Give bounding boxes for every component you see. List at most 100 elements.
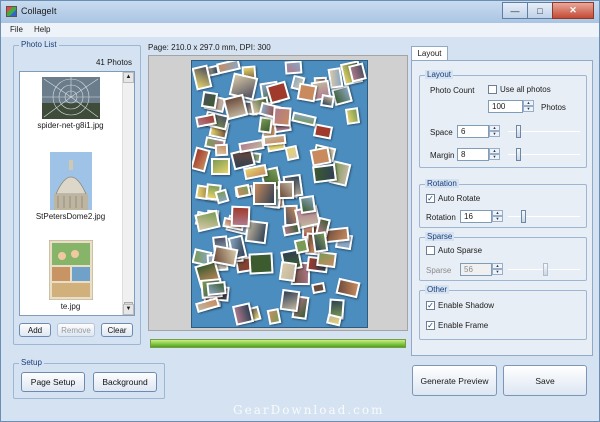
spin-down-icon[interactable]: ▼ [523,106,534,112]
auto-rotate-checkbox-box[interactable]: ✓ [426,194,435,203]
collage-photo [296,82,318,103]
list-item-name: te.jpg [60,302,81,311]
collage-photo [291,111,317,127]
enable-frame-checkbox[interactable]: ✓ Enable Frame [426,321,488,330]
photo-list-box[interactable]: spider-net-g8i1.jpg StPetersDome2.jpg te… [19,71,135,316]
collage-photo [253,182,276,205]
menu-help[interactable]: Help [34,25,50,34]
rotation-slider-thumb[interactable] [521,210,526,223]
margin-stepper[interactable]: 8 ▲ ▼ [457,148,500,161]
photo-count-label: Photo Count [430,86,475,95]
spin-down-icon[interactable]: ▼ [489,154,500,160]
margin-slider[interactable] [508,148,580,161]
collage-photo [234,183,252,199]
close-button[interactable]: ✕ [552,2,594,19]
rotation-legend: Rotation [425,179,459,188]
photo-count-stepper[interactable]: 100 ▲ ▼ [488,100,534,113]
sparse-value: 56 [464,265,473,274]
auto-rotate-checkbox[interactable]: ✓ Auto Rotate [426,194,480,203]
collage-photo [192,146,211,173]
list-item[interactable]: spider-net-g8i1.jpg [20,77,121,130]
rotation-stepper[interactable]: 16 ▲ ▼ [460,210,503,223]
margin-label: Margin [430,151,455,160]
list-item[interactable]: te.jpg [20,240,121,311]
use-all-photos-checkbox[interactable]: Use all photos [488,85,551,94]
rotation-group: Rotation ✓ Auto Rotate Rotation 16 ▲ ▼ [419,179,587,228]
photo-count-value: 100 [492,102,506,111]
page-setup-button[interactable]: Page Setup [21,372,85,392]
enable-frame-label: Enable Frame [438,321,489,330]
enable-shadow-checkbox[interactable]: ✓ Enable Shadow [426,301,494,310]
scroll-up-icon[interactable]: ▲ [123,72,134,83]
collage-photo [282,222,301,237]
main-client-area: Photo List 41 Photos spider-net-g8i1.jpg [5,37,595,419]
margin-slider-thumb[interactable] [516,148,521,161]
scroll-down-icon[interactable]: ▼ [123,304,134,315]
collage-photo [214,188,230,205]
rotation-value: 16 [464,212,473,221]
sparse-slider[interactable] [508,263,580,276]
sparse-stepper[interactable]: 56 ▲ ▼ [460,263,503,276]
collage-photo [298,195,317,214]
layout-legend: Layout [425,70,454,79]
collage-photo [293,237,310,255]
margin-value: 8 [461,150,466,159]
menu-file[interactable]: File [10,25,23,34]
rotation-slider[interactable] [508,210,580,223]
collage-preview-area[interactable] [148,55,408,331]
layout-tab-panel: Layout Photo Count Use all photos 100 ▲ ▼… [411,60,593,356]
auto-sparse-checkbox[interactable]: Auto Sparse [426,246,482,255]
collage-photo [312,123,334,140]
collage-photo [248,252,274,275]
enable-shadow-checkbox-box[interactable]: ✓ [426,301,435,310]
collage-photo [194,209,221,233]
sparse-legend: Sparse [425,232,455,241]
collage-photo [312,163,337,184]
remove-photo-button[interactable]: Remove [57,323,95,337]
collage-photo [311,281,326,295]
space-label: Space [430,128,453,137]
space-slider-thumb[interactable] [516,125,521,138]
collage-photo [231,302,255,326]
collage-photo [311,231,329,253]
use-all-checkbox-box[interactable] [488,85,497,94]
space-slider[interactable] [508,125,580,138]
list-item-name: StPetersDome2.jpg [35,212,106,221]
collage-photo [230,205,251,228]
spider-net-thumbnail-icon [41,77,100,119]
progress-bar [150,339,406,348]
collage-photo [326,313,342,327]
collage-photo [214,143,229,157]
spin-down-icon[interactable]: ▼ [492,269,503,275]
add-photo-button[interactable]: Add [19,323,51,337]
title-bar[interactable]: CollageIt — □ ✕ [1,1,599,23]
list-item[interactable]: StPetersDome2.jpg [20,152,121,221]
setup-group: Setup Page Setup Background [13,358,165,399]
minimize-button[interactable]: — [502,2,528,19]
layout-group: Layout Photo Count Use all photos 100 ▲ ▼… [419,70,587,168]
sparse-slider-thumb[interactable] [543,263,548,276]
enable-frame-checkbox-box[interactable]: ✓ [426,321,435,330]
spin-down-icon[interactable]: ▼ [492,216,503,222]
clear-photos-button[interactable]: Clear [101,323,133,337]
maximize-button[interactable]: □ [527,2,553,19]
use-all-label: Use all photos [500,85,551,94]
photo-list-group: Photo List 41 Photos spider-net-g8i1.jpg [13,40,141,345]
collage-photo [195,297,220,313]
background-button[interactable]: Background [93,372,157,392]
space-stepper[interactable]: 6 ▲ ▼ [457,125,500,138]
space-value: 6 [461,127,466,136]
save-button[interactable]: Save [503,365,587,396]
collage-paper[interactable] [191,60,368,328]
photo-count: 41 Photos [95,58,132,67]
collage-photo [284,144,300,162]
setup-legend: Setup [19,358,44,367]
tab-layout[interactable]: Layout [411,46,448,61]
spin-down-icon[interactable]: ▼ [489,131,500,137]
auto-sparse-checkbox-box[interactable] [426,246,435,255]
window-title: CollageIt [21,6,57,16]
collage-photo [277,180,295,200]
generate-preview-button[interactable]: Generate Preview [412,365,497,396]
photo-list-scrollbar[interactable]: ▲ ▼ [122,72,134,315]
auto-rotate-label: Auto Rotate [438,194,481,203]
